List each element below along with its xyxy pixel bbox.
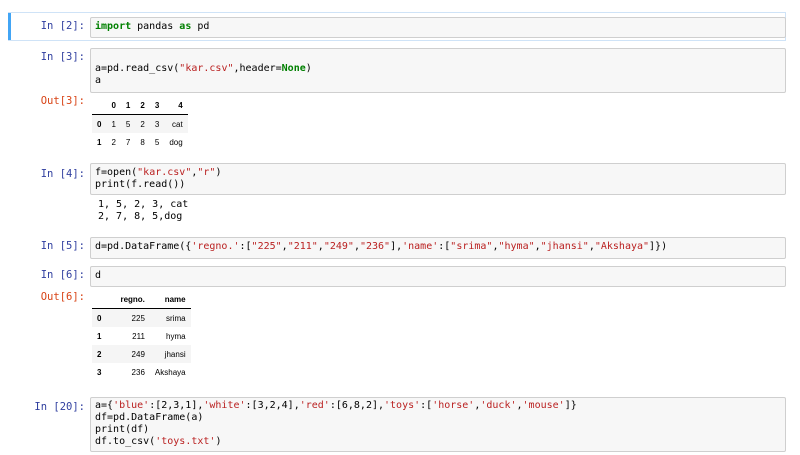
table-header: 4 bbox=[164, 96, 188, 115]
code-input-area[interactable]: f=open("kar.csv","r") print(f.read()) bbox=[90, 163, 786, 195]
dataframe-output: 0 1 2 3 4 0 1 5 2 3 cat 1 2 7 8 5 dog bbox=[92, 96, 188, 151]
table-row: 2 249 jhansi bbox=[92, 345, 191, 363]
row-index: 0 bbox=[97, 313, 102, 323]
code-input-area[interactable]: d=pd.DataFrame({'regno.':["225","211","2… bbox=[90, 237, 786, 259]
input-prompt: In [4]: bbox=[40, 168, 85, 180]
table-cell: jhansi bbox=[164, 349, 186, 359]
code-line-4: df.to_csv('toys.txt') bbox=[95, 436, 222, 447]
code-cell-2[interactable]: In [2]: import pandas as pd bbox=[8, 12, 786, 41]
code-input-area[interactable]: a=pd.read_csv("kar.csv",header=None) a bbox=[90, 48, 786, 93]
table-cell: 5 bbox=[125, 119, 131, 129]
output-prompt: Out[3]: bbox=[40, 95, 85, 107]
table-cell: srima bbox=[166, 313, 186, 323]
code-line-2: df=pd.DataFrame(a) bbox=[95, 412, 204, 423]
stdout-line-1: 1, 5, 2, 3, cat bbox=[98, 199, 189, 210]
table-row: 1 2 7 8 5 dog bbox=[92, 133, 188, 151]
code-line-2: print(f.read()) bbox=[95, 179, 186, 190]
table-row: 3 236 Akshaya bbox=[92, 363, 191, 381]
code-input-area[interactable]: d bbox=[90, 266, 786, 287]
table-header-row: 0 1 2 3 4 bbox=[92, 96, 188, 115]
code-cell-4[interactable]: In [4]: f=open("kar.csv","r") print(f.re… bbox=[8, 163, 786, 230]
table-header bbox=[92, 290, 107, 309]
code-line-1: a=pd.read_csv("kar.csv",header=None) bbox=[95, 63, 312, 74]
dataframe-output: regno. name 0 225 srima 1 211 hyma 2 249… bbox=[92, 290, 191, 381]
table-cell: 5 bbox=[154, 137, 160, 147]
code-input-area[interactable]: a={'blue':[2,3,1],'white':[3,2,4],'red':… bbox=[90, 397, 786, 452]
table-cell: 211 bbox=[132, 331, 145, 341]
table-row: 1 211 hyma bbox=[92, 327, 191, 345]
row-index: 1 bbox=[97, 137, 102, 147]
input-prompt: In [2]: bbox=[40, 20, 85, 32]
code-line-1: d bbox=[95, 270, 102, 281]
table-cell: 1 bbox=[111, 119, 116, 129]
row-index: 1 bbox=[97, 331, 102, 341]
code-cell-5[interactable]: In [5]: d=pd.DataFrame({'regno.':["225",… bbox=[8, 235, 786, 259]
table-cell: dog bbox=[169, 137, 183, 147]
table-cell: 3 bbox=[154, 119, 160, 129]
input-prompt: In [6]: bbox=[40, 269, 85, 281]
table-cell: 7 bbox=[125, 137, 131, 147]
table-header: 3 bbox=[149, 96, 165, 115]
code-line-1: f=open("kar.csv","r") bbox=[95, 167, 222, 178]
input-prompt: In [3]: bbox=[40, 51, 85, 63]
table-cell: 225 bbox=[131, 313, 145, 323]
table-header: regno. bbox=[106, 290, 150, 309]
code-cell-20[interactable]: In [20]: a={'blue':[2,3,1],'white':[3,2,… bbox=[8, 396, 786, 452]
table-header: 2 bbox=[135, 96, 150, 115]
table-cell: 2 bbox=[140, 119, 145, 129]
code-line-2: a bbox=[95, 75, 102, 86]
code-cell-6[interactable]: In [6]: d Out[6]: regno. name 0 225 srim… bbox=[8, 265, 786, 385]
code-line-1: a={'blue':[2,3,1],'white':[3,2,4],'red':… bbox=[95, 400, 577, 411]
row-index: 0 bbox=[97, 119, 102, 129]
table-header: 1 bbox=[120, 96, 136, 115]
row-index: 3 bbox=[97, 367, 102, 377]
table-cell: 236 bbox=[131, 367, 145, 377]
output-prompt: Out[6]: bbox=[40, 291, 85, 303]
table-cell: Akshaya bbox=[154, 367, 186, 377]
row-index: 2 bbox=[97, 349, 102, 359]
table-header bbox=[92, 96, 107, 115]
table-cell: 2 bbox=[111, 137, 116, 147]
table-cell: hyma bbox=[166, 331, 186, 341]
table-header-row: regno. name bbox=[92, 290, 191, 309]
table-header: name bbox=[149, 290, 191, 309]
code-line-1: import pandas as pd bbox=[95, 21, 210, 32]
code-input-area[interactable]: import pandas as pd bbox=[90, 17, 786, 38]
table-row: 0 225 srima bbox=[92, 308, 191, 327]
input-prompt: In [20]: bbox=[34, 401, 85, 413]
table-header: 0 bbox=[106, 96, 121, 115]
code-line-3: print(df) bbox=[95, 424, 150, 435]
input-prompt: In [5]: bbox=[40, 240, 85, 252]
code-line-1: d=pd.DataFrame({'regno.':["225","211","2… bbox=[95, 241, 668, 252]
table-cell: 249 bbox=[131, 349, 145, 359]
table-row: 0 1 5 2 3 cat bbox=[92, 114, 188, 133]
table-cell: 8 bbox=[140, 137, 145, 147]
table-cell: cat bbox=[172, 119, 183, 129]
code-cell-3[interactable]: In [3]: a=pd.read_csv("kar.csv",header=N… bbox=[8, 46, 786, 161]
stdout-line-2: 2, 7, 8, 5,dog bbox=[98, 211, 183, 222]
